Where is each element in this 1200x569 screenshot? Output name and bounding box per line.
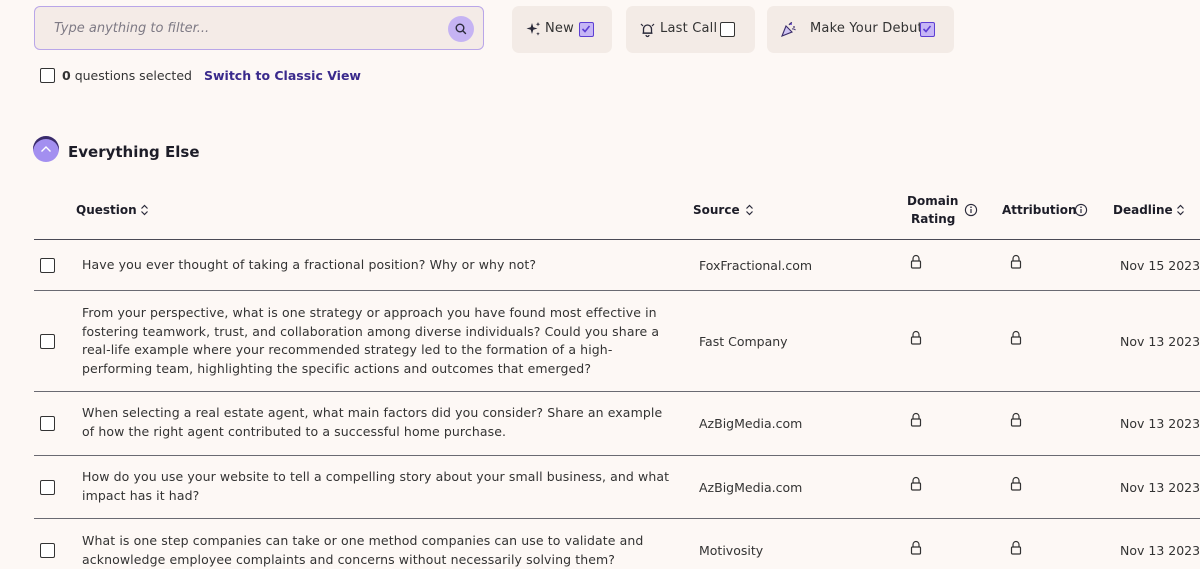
row-question[interactable]: How do you use your website to tell a co…	[82, 468, 672, 505]
row-deadline: Nov 13 2023	[1120, 416, 1200, 431]
row-checkbox[interactable]	[40, 480, 55, 495]
lock-icon	[1010, 540, 1022, 555]
row-deadline: Nov 13 2023	[1120, 543, 1200, 558]
column-header-deadline[interactable]: Deadline	[1113, 203, 1173, 217]
row-checkbox[interactable]	[40, 543, 55, 558]
checkmark-icon	[581, 25, 591, 33]
filter-last-call[interactable]: Last Call	[626, 6, 755, 53]
search-icon	[455, 23, 467, 35]
sort-icon[interactable]	[1176, 204, 1185, 216]
switch-to-classic-view-link[interactable]: Switch to Classic View	[204, 68, 361, 83]
selected-count: 0 questions selected	[62, 68, 192, 83]
row-checkbox[interactable]	[40, 416, 55, 431]
filter-last-call-checkbox[interactable]	[720, 22, 735, 37]
filter-make-your-debut-checkbox[interactable]	[920, 22, 935, 37]
info-icon[interactable]	[1074, 203, 1088, 217]
row-question[interactable]: When selecting a real estate agent, what…	[82, 404, 672, 441]
column-header-domain-rating: Domain	[907, 194, 959, 208]
search-button[interactable]	[448, 16, 474, 42]
section-title: Everything Else	[68, 143, 200, 161]
column-header-question[interactable]: Question	[76, 203, 137, 217]
lock-icon	[910, 254, 922, 269]
lock-icon	[1010, 476, 1022, 491]
filter-make-your-debut-label: Make Your Debut	[810, 21, 923, 36]
lock-icon	[910, 330, 922, 345]
lock-icon	[910, 540, 922, 555]
row-source: AzBigMedia.com	[699, 416, 803, 431]
chevron-up-icon	[41, 146, 51, 152]
lock-icon	[910, 412, 922, 427]
checkmark-icon	[922, 25, 932, 33]
search-box	[34, 6, 484, 50]
row-deadline: Nov 13 2023	[1120, 334, 1200, 349]
lock-icon	[1010, 330, 1022, 345]
lock-icon	[910, 476, 922, 491]
row-source: Motivosity	[699, 543, 764, 558]
row-source: FoxFractional.com	[699, 258, 813, 273]
party-popper-icon	[781, 22, 796, 37]
filter-last-call-label: Last Call	[660, 21, 718, 36]
row-source: AzBigMedia.com	[699, 480, 803, 495]
row-divider	[34, 290, 1200, 291]
row-question[interactable]: Have you ever thought of taking a fracti…	[82, 256, 672, 275]
filter-new-label: New	[545, 21, 574, 36]
header-divider	[34, 239, 1200, 240]
row-deadline: Nov 15 2023	[1120, 258, 1200, 273]
lock-icon	[1010, 254, 1022, 269]
row-checkbox[interactable]	[40, 334, 55, 349]
row-divider	[34, 455, 1200, 456]
row-source: Fast Company	[699, 334, 788, 349]
column-header-source[interactable]: Source	[693, 203, 740, 217]
row-question[interactable]: What is one step companies can take or o…	[82, 532, 672, 569]
row-divider	[34, 518, 1200, 519]
column-header-domain-rating-line2: Rating	[911, 212, 956, 226]
filter-new-checkbox[interactable]	[579, 22, 594, 37]
filter-new[interactable]: New	[512, 6, 612, 53]
row-deadline: Nov 13 2023	[1120, 480, 1200, 495]
row-question[interactable]: From your perspective, what is one strat…	[82, 304, 672, 378]
sort-icon[interactable]	[745, 204, 754, 216]
search-input[interactable]	[35, 7, 435, 49]
sparkles-icon	[526, 22, 541, 36]
filter-make-your-debut[interactable]: Make Your Debut	[767, 6, 954, 53]
alarm-bell-icon	[640, 23, 655, 38]
lock-icon	[1010, 412, 1022, 427]
select-all-checkbox[interactable]	[40, 68, 55, 83]
info-icon[interactable]	[964, 203, 978, 217]
section-collapse-button[interactable]	[33, 136, 59, 162]
column-header-attribution: Attribution	[1002, 203, 1077, 217]
row-divider	[34, 391, 1200, 392]
row-checkbox[interactable]	[40, 258, 55, 273]
sort-icon[interactable]	[140, 204, 149, 216]
